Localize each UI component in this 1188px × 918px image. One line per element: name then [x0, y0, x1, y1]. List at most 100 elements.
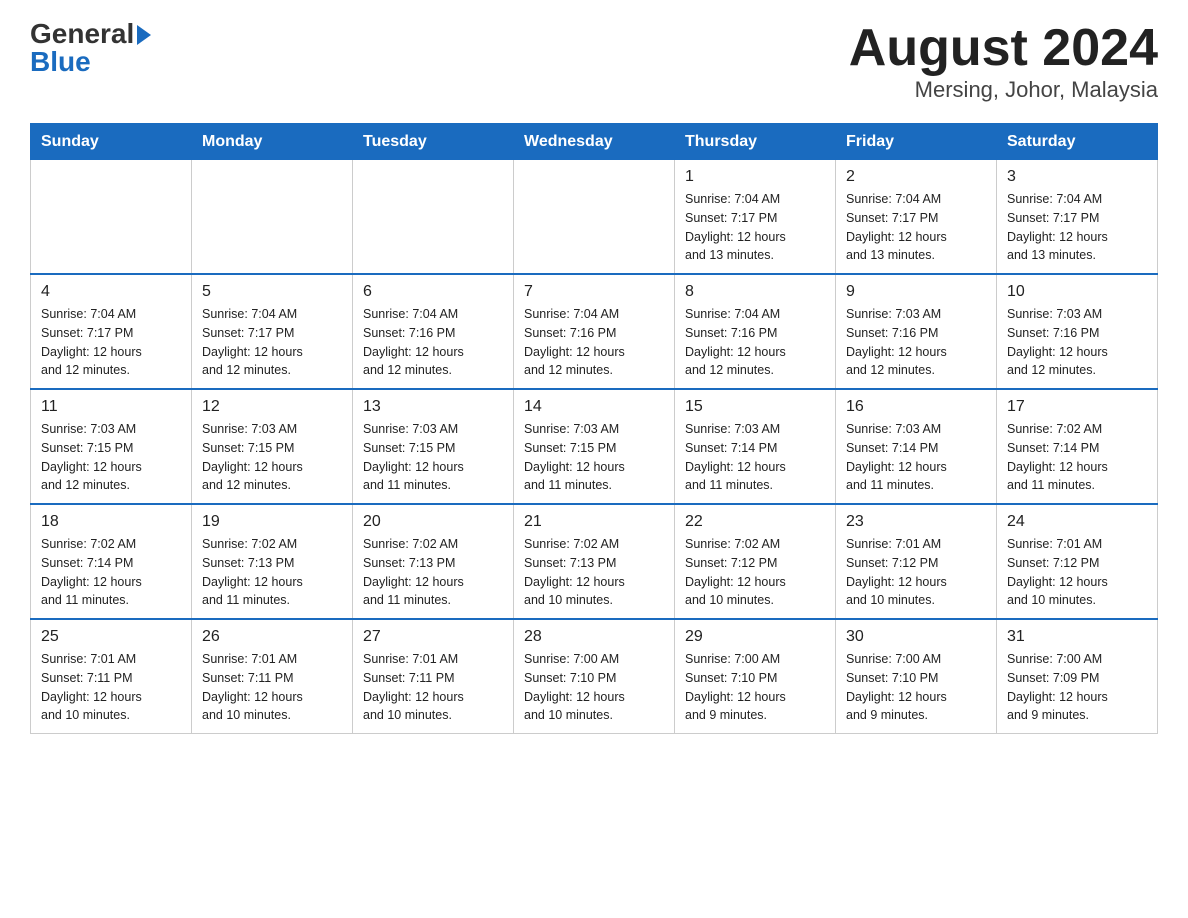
day-info: Sunrise: 7:01 AMSunset: 7:11 PMDaylight:… — [363, 650, 503, 725]
calendar-cell: 24 Sunrise: 7:01 AMSunset: 7:12 PMDayligh… — [997, 504, 1158, 619]
day-info: Sunrise: 7:01 AMSunset: 7:12 PMDaylight:… — [846, 535, 986, 610]
calendar-cell: 4Sunrise: 7:04 AMSunset: 7:17 PMDaylight… — [31, 274, 192, 389]
day-info: Sunrise: 7:04 AMSunset: 7:17 PMDaylight:… — [846, 190, 986, 265]
calendar-cell: 17 Sunrise: 7:02 AMSunset: 7:14 PMDayligh… — [997, 389, 1158, 504]
calendar-cell: 25Sunrise: 7:01 AMSunset: 7:11 PMDayligh… — [31, 619, 192, 734]
day-number: 29 — [685, 628, 825, 646]
day-number: 24 — [1007, 513, 1147, 531]
day-number: 10 — [1007, 283, 1147, 301]
calendar-week-1: 1 Sunrise: 7:04 AMSunset: 7:17 PMDaylight… — [31, 160, 1158, 275]
day-number: 7 — [524, 283, 664, 301]
calendar-cell: 27 Sunrise: 7:01 AMSunset: 7:11 PMDayligh… — [353, 619, 514, 734]
day-number: 12 — [202, 398, 342, 416]
day-number: 20 — [363, 513, 503, 531]
calendar-cell: 29 Sunrise: 7:00 AMSunset: 7:10 PMDayligh… — [675, 619, 836, 734]
logo-general: General — [30, 20, 134, 48]
day-number: 23 — [846, 513, 986, 531]
weekday-header-thursday: Thursday — [675, 124, 836, 160]
day-info: Sunrise: 7:00 AMSunset: 7:10 PMDaylight:… — [524, 650, 664, 725]
day-info: Sunrise: 7:04 AMSunset: 7:17 PMDaylight:… — [41, 305, 181, 380]
day-number: 13 — [363, 398, 503, 416]
day-info: Sunrise: 7:02 AMSunset: 7:13 PMDaylight:… — [363, 535, 503, 610]
calendar-cell: 12 Sunrise: 7:03 AMSunset: 7:15 PMDayligh… — [192, 389, 353, 504]
calendar-week-4: 18 Sunrise: 7:02 AMSunset: 7:14 PMDayligh… — [31, 504, 1158, 619]
calendar-cell — [353, 160, 514, 275]
calendar-cell — [192, 160, 353, 275]
day-info: Sunrise: 7:04 AMSunset: 7:17 PMDaylight:… — [1007, 190, 1147, 265]
calendar-cell: 10 Sunrise: 7:03 AMSunset: 7:16 PMDayligh… — [997, 274, 1158, 389]
day-info: Sunrise: 7:03 AMSunset: 7:15 PMDaylight:… — [202, 420, 342, 495]
calendar-cell: 22 Sunrise: 7:02 AMSunset: 7:12 PMDayligh… — [675, 504, 836, 619]
day-number: 1 — [685, 168, 825, 186]
weekday-header-friday: Friday — [836, 124, 997, 160]
day-number: 9 — [846, 283, 986, 301]
day-number: 17 — [1007, 398, 1147, 416]
calendar-cell: 9Sunrise: 7:03 AMSunset: 7:16 PMDaylight… — [836, 274, 997, 389]
day-number: 30 — [846, 628, 986, 646]
day-number: 21 — [524, 513, 664, 531]
day-number: 28 — [524, 628, 664, 646]
day-info: Sunrise: 7:03 AMSunset: 7:15 PMDaylight:… — [41, 420, 181, 495]
day-number: 31 — [1007, 628, 1147, 646]
day-info: Sunrise: 7:02 AMSunset: 7:14 PMDaylight:… — [41, 535, 181, 610]
day-info: Sunrise: 7:00 AMSunset: 7:10 PMDaylight:… — [685, 650, 825, 725]
calendar-cell: 6Sunrise: 7:04 AMSunset: 7:16 PMDaylight… — [353, 274, 514, 389]
day-number: 22 — [685, 513, 825, 531]
calendar-week-3: 11Sunrise: 7:03 AMSunset: 7:15 PMDayligh… — [31, 389, 1158, 504]
day-info: Sunrise: 7:03 AMSunset: 7:15 PMDaylight:… — [363, 420, 503, 495]
day-info: Sunrise: 7:03 AMSunset: 7:14 PMDaylight:… — [685, 420, 825, 495]
day-info: Sunrise: 7:02 AMSunset: 7:14 PMDaylight:… — [1007, 420, 1147, 495]
day-info: Sunrise: 7:04 AMSunset: 7:17 PMDaylight:… — [685, 190, 825, 265]
day-number: 3 — [1007, 168, 1147, 186]
calendar-cell: 14 Sunrise: 7:03 AMSunset: 7:15 PMDayligh… — [514, 389, 675, 504]
calendar-week-2: 4Sunrise: 7:04 AMSunset: 7:17 PMDaylight… — [31, 274, 1158, 389]
calendar-cell: 21 Sunrise: 7:02 AMSunset: 7:13 PMDayligh… — [514, 504, 675, 619]
day-info: Sunrise: 7:04 AMSunset: 7:17 PMDaylight:… — [202, 305, 342, 380]
day-number: 19 — [202, 513, 342, 531]
day-info: Sunrise: 7:02 AMSunset: 7:12 PMDaylight:… — [685, 535, 825, 610]
calendar-cell: 1 Sunrise: 7:04 AMSunset: 7:17 PMDaylight… — [675, 160, 836, 275]
day-info: Sunrise: 7:04 AMSunset: 7:16 PMDaylight:… — [685, 305, 825, 380]
day-number: 27 — [363, 628, 503, 646]
day-number: 5 — [202, 283, 342, 301]
calendar-cell: 23 Sunrise: 7:01 AMSunset: 7:12 PMDayligh… — [836, 504, 997, 619]
day-info: Sunrise: 7:02 AMSunset: 7:13 PMDaylight:… — [524, 535, 664, 610]
title-block: August 2024 Mersing, Johor, Malaysia — [849, 20, 1158, 103]
day-info: Sunrise: 7:01 AMSunset: 7:11 PMDaylight:… — [202, 650, 342, 725]
day-number: 14 — [524, 398, 664, 416]
day-number: 26 — [202, 628, 342, 646]
day-info: Sunrise: 7:03 AMSunset: 7:14 PMDaylight:… — [846, 420, 986, 495]
calendar-cell: 7 Sunrise: 7:04 AMSunset: 7:16 PMDaylight… — [514, 274, 675, 389]
day-number: 15 — [685, 398, 825, 416]
day-info: Sunrise: 7:04 AMSunset: 7:16 PMDaylight:… — [524, 305, 664, 380]
day-info: Sunrise: 7:01 AMSunset: 7:12 PMDaylight:… — [1007, 535, 1147, 610]
calendar-cell: 28 Sunrise: 7:00 AMSunset: 7:10 PMDayligh… — [514, 619, 675, 734]
day-info: Sunrise: 7:03 AMSunset: 7:16 PMDaylight:… — [1007, 305, 1147, 380]
weekday-header-sunday: Sunday — [31, 124, 192, 160]
calendar-cell: 30 Sunrise: 7:00 AMSunset: 7:10 PMDayligh… — [836, 619, 997, 734]
calendar-week-5: 25Sunrise: 7:01 AMSunset: 7:11 PMDayligh… — [31, 619, 1158, 734]
day-number: 8 — [685, 283, 825, 301]
day-info: Sunrise: 7:00 AMSunset: 7:09 PMDaylight:… — [1007, 650, 1147, 725]
calendar-cell: 5 Sunrise: 7:04 AMSunset: 7:17 PMDaylight… — [192, 274, 353, 389]
day-info: Sunrise: 7:00 AMSunset: 7:10 PMDaylight:… — [846, 650, 986, 725]
logo: General Blue — [30, 20, 151, 76]
calendar-cell — [31, 160, 192, 275]
calendar-cell: 11Sunrise: 7:03 AMSunset: 7:15 PMDayligh… — [31, 389, 192, 504]
calendar-subtitle: Mersing, Johor, Malaysia — [849, 77, 1158, 103]
day-info: Sunrise: 7:01 AMSunset: 7:11 PMDaylight:… — [41, 650, 181, 725]
day-info: Sunrise: 7:03 AMSunset: 7:15 PMDaylight:… — [524, 420, 664, 495]
calendar-cell: 15 Sunrise: 7:03 AMSunset: 7:14 PMDayligh… — [675, 389, 836, 504]
calendar-cell — [514, 160, 675, 275]
weekday-header-wednesday: Wednesday — [514, 124, 675, 160]
calendar-cell: 3 Sunrise: 7:04 AMSunset: 7:17 PMDaylight… — [997, 160, 1158, 275]
calendar-cell: 26 Sunrise: 7:01 AMSunset: 7:11 PMDayligh… — [192, 619, 353, 734]
logo-arrow-icon — [137, 25, 151, 45]
calendar-cell: 18 Sunrise: 7:02 AMSunset: 7:14 PMDayligh… — [31, 504, 192, 619]
calendar-cell: 2Sunrise: 7:04 AMSunset: 7:17 PMDaylight… — [836, 160, 997, 275]
day-number: 18 — [41, 513, 181, 531]
logo-blue: Blue — [30, 48, 91, 76]
day-info: Sunrise: 7:02 AMSunset: 7:13 PMDaylight:… — [202, 535, 342, 610]
calendar-cell: 31 Sunrise: 7:00 AMSunset: 7:09 PMDayligh… — [997, 619, 1158, 734]
calendar-title: August 2024 — [849, 20, 1158, 77]
